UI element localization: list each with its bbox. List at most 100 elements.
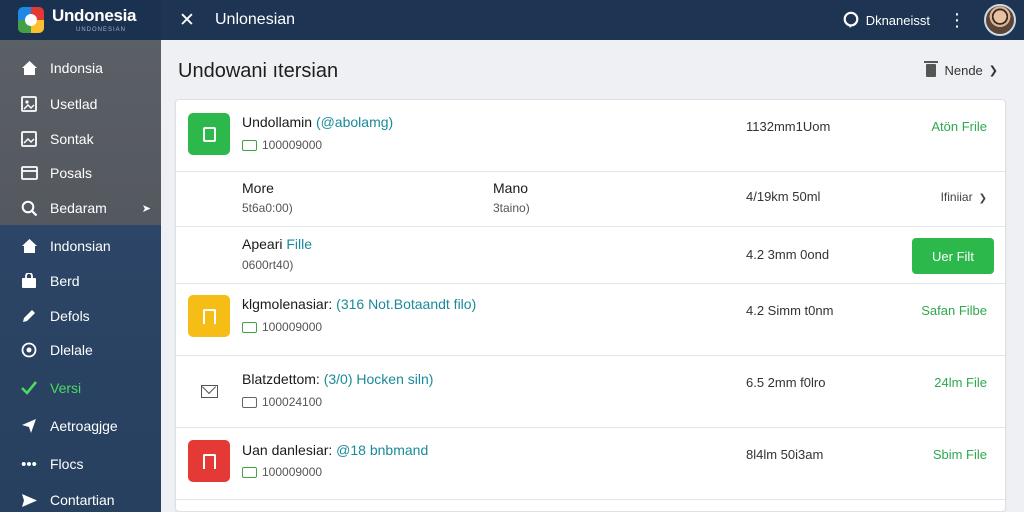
sidebar-item-label: Posals (50, 165, 93, 181)
plane-icon (20, 417, 38, 435)
file-id: 0600rt40) (242, 258, 294, 272)
sidebar-item-label: Defols (50, 308, 90, 324)
sidebar-item-label: Indonsia (50, 60, 103, 76)
file-title-accent: (3/0) Hocken siln) (323, 371, 434, 387)
sidebar-item-indonsia[interactable]: Indonsia (0, 51, 161, 85)
user-name[interactable]: Dknaneisst (866, 13, 930, 28)
file-size: 4.2 3mm 0ond (746, 247, 830, 262)
column-value: 3taino) (493, 201, 530, 215)
sidebar-item-label: Indonsian (50, 238, 111, 254)
file-action-link[interactable]: Sbim File (933, 447, 987, 462)
file-title: Apeari (242, 236, 283, 252)
sidebar-item-aetroagjge[interactable]: Aetroagjge (0, 409, 161, 443)
mail-icon (201, 385, 218, 398)
sidebar-item-label: Versi (50, 380, 82, 396)
brand-logo-icon (18, 7, 44, 33)
file-action-link[interactable]: Safan Filbe (921, 303, 987, 318)
sidebar-item-label: Usetlad (50, 96, 98, 112)
image-icon (20, 130, 38, 148)
sidebar-item-sontak[interactable]: Sontak (0, 122, 161, 156)
file-id: 100024100 (262, 395, 323, 409)
close-icon[interactable]: ✕ (179, 9, 195, 32)
file-title-accent: (316 Not.Botaandt filo) (336, 296, 477, 312)
sort-dropdown[interactable]: Nende ❯ (924, 61, 998, 78)
home-icon (20, 59, 38, 77)
list-item[interactable]: klgmolenasiar: (316 Not.Botaandt filo) 1… (176, 284, 1005, 356)
send-icon (20, 491, 38, 509)
file-size: 4.2 Simm t0nm (746, 303, 834, 318)
search-icon (20, 199, 38, 217)
user-file-button[interactable]: Uer Filt (912, 238, 994, 274)
sidebar-item-berd[interactable]: Berd (0, 264, 161, 298)
list-item[interactable]: Uan danlesiar: @18 bnbmand 100009000 8l4… (176, 428, 1005, 500)
file-title: Undollamin (242, 114, 313, 130)
sidebar-item-label: Sontak (50, 131, 94, 147)
file-title: klgmolenasiar: (242, 296, 333, 312)
file-action-link[interactable]: Atön Frile (931, 119, 987, 134)
check-icon (20, 379, 38, 397)
trash-icon (924, 61, 939, 77)
brand[interactable]: Undonesia UNDONESIAN (0, 0, 161, 40)
sidebar-item-versi[interactable]: Versi (0, 371, 161, 405)
file-size: 4/19km 50ml (746, 189, 821, 204)
file-title-accent: @18 bnbmand (336, 442, 429, 458)
avatar[interactable] (984, 4, 1016, 36)
sidebar-item-label: Berd (50, 273, 80, 289)
file-type-icon (242, 321, 257, 333)
chevron-right-icon: ➤ (141, 202, 151, 215)
bag-icon (20, 272, 38, 290)
sidebar-item-label: Dlelale (50, 342, 93, 358)
list-item[interactable]: Blatzdettom: (3/0) Hocken siln) 10002410… (176, 356, 1005, 428)
file-list: Undollamin (@abolamg) 100009000 1132mm1U… (175, 99, 1006, 512)
file-type-icon (242, 139, 257, 151)
more-options-icon[interactable]: ⋮ (948, 11, 966, 29)
card-icon (20, 164, 38, 182)
list-item[interactable]: More 5t6a0:00) Mano 3taino) 4/19km 50ml … (176, 172, 1005, 227)
file-size: 6.5 2mm f0lro (746, 375, 826, 390)
sidebar-item-defols[interactable]: Defols (0, 299, 161, 333)
sidebar-item-indonsian[interactable]: Indonsian (0, 229, 161, 263)
sidebar-item-flocs[interactable]: ••• Flocs (0, 447, 161, 481)
home-icon (20, 237, 38, 255)
file-icon (188, 295, 230, 337)
file-title-accent: Fille (286, 236, 313, 252)
dots-icon: ••• (21, 455, 37, 473)
sidebar-item-label: Aetroagjge (50, 418, 118, 434)
file-action-link[interactable]: 24lm File (934, 375, 987, 390)
chevron-down-icon: ❯ (988, 65, 998, 77)
filter-dropdown-label: Ifiniiar (940, 190, 973, 204)
sidebar-item-label: Bedaram (50, 200, 107, 216)
list-item[interactable]: Apeari Fille 0600rt40) 4.2 3mm 0ond Uer … (176, 227, 1005, 284)
file-title-accent: (@abolamg) (315, 114, 394, 130)
window-title: Unlonesian (215, 11, 296, 28)
sidebar-item-dlelale[interactable]: Dlelale (0, 333, 161, 367)
brand-name: Undonesia (52, 6, 137, 25)
sidebar-item-label: Contartian (50, 492, 115, 508)
chevron-down-icon: ❯ (978, 193, 987, 204)
file-size: 8l4lm 50i3am (746, 447, 824, 462)
filter-dropdown[interactable]: Ifiniiar ❯ (941, 190, 987, 204)
list-item[interactable]: Undollamin (@abolamg) 100009000 1132mm1U… (176, 100, 1005, 172)
column-label: Mano (493, 180, 529, 196)
file-id: 100009000 (262, 320, 323, 334)
column-label: More (242, 180, 274, 196)
sidebar-item-posals[interactable]: Posals (0, 156, 161, 190)
top-bar: Undonesia UNDONESIAN ✕ Unlonesian Dknane… (0, 0, 1024, 40)
pencil-icon (20, 307, 38, 325)
file-title: Blatzdettom: (242, 371, 320, 387)
sidebar: Indonsia Usetlad Sontak Posals Bedaram ➤… (0, 40, 161, 512)
page-title: Undowani ıtersian (178, 60, 339, 82)
file-icon (188, 440, 230, 482)
sidebar-item-bedaram[interactable]: Bedaram ➤ (0, 191, 161, 225)
file-type-icon (242, 396, 257, 408)
file-type-icon (242, 466, 257, 478)
file-id: 100009000 (262, 465, 323, 479)
file-title: Uan danlesiar: (242, 442, 333, 458)
column-value: 5t6a0:00) (242, 201, 293, 215)
sidebar-item-contartian[interactable]: Contartian (0, 483, 161, 512)
sidebar-item-label: Flocs (50, 456, 84, 472)
sidebar-item-usetlad[interactable]: Usetlad (0, 87, 161, 121)
chat-icon[interactable] (842, 11, 860, 29)
image-icon (20, 95, 38, 113)
file-size: 1132mm1Uom (746, 119, 831, 134)
